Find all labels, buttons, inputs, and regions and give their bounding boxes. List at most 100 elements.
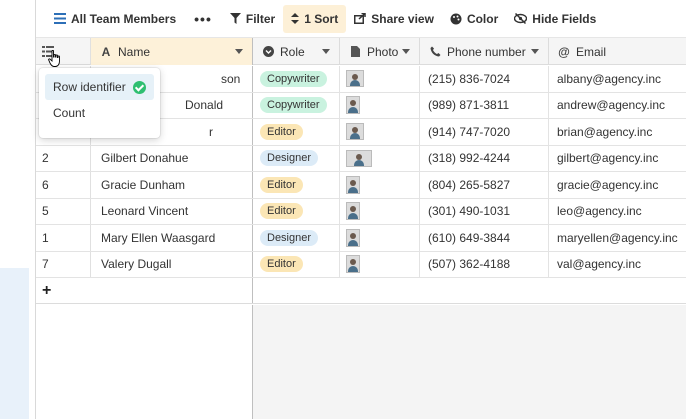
cell-photo[interactable] bbox=[340, 145, 420, 171]
cell-photo[interactable] bbox=[340, 225, 420, 251]
table-row[interactable]: 5 Leonard Vincent Editor (301) 490-1031 leo@… bbox=[36, 198, 686, 225]
cell-role[interactable]: Designer bbox=[253, 145, 340, 171]
cell-name[interactable]: Gracie Dunham bbox=[90, 172, 253, 198]
row-number: 7 bbox=[42, 257, 49, 272]
cell-name[interactable]: Leonard Vincent bbox=[90, 198, 253, 224]
cell-role[interactable]: Editor bbox=[253, 198, 340, 224]
photo-thumbnail[interactable] bbox=[346, 255, 360, 274]
row-identifier-menu: Row identifier Count bbox=[39, 68, 160, 138]
chevron-down-icon[interactable] bbox=[531, 49, 539, 54]
row-number: 6 bbox=[42, 177, 49, 192]
cell-phone[interactable]: (507) 362-4188 bbox=[420, 251, 549, 277]
table-row[interactable]: 1 Mary Ellen Waasgard Designer (610) 649-38… bbox=[36, 225, 686, 252]
table-row[interactable]: 6 Gracie Dunham Editor (804) 265-5827 gracie… bbox=[36, 172, 686, 199]
cell-phone[interactable]: (301) 490-1031 bbox=[420, 198, 549, 224]
cell-email[interactable]: andrew@agency.inc bbox=[549, 93, 686, 119]
phone-icon bbox=[428, 46, 442, 57]
filter-label: Filter bbox=[245, 11, 276, 26]
photo-thumbnail[interactable] bbox=[346, 175, 360, 194]
cell-email[interactable]: leo@agency.inc bbox=[549, 199, 686, 225]
row-number: 1 bbox=[42, 230, 49, 245]
table-row[interactable]: 7 Valery Dugall Editor (507) 362-4188 val@ag… bbox=[36, 251, 686, 278]
color-label: Color bbox=[466, 11, 499, 26]
share-label: Share view bbox=[371, 11, 434, 26]
color-button[interactable]: Color bbox=[442, 5, 506, 33]
photo-thumbnail[interactable] bbox=[346, 228, 360, 247]
role-badge: Editor bbox=[260, 176, 303, 193]
table-row[interactable]: 2 Gilbert Donahue Designer (318) 992-4244 gi… bbox=[36, 145, 686, 172]
cell-name[interactable]: Valery Dugall bbox=[90, 251, 253, 277]
role-badge: Designer bbox=[260, 150, 319, 167]
cell-role[interactable]: Editor bbox=[253, 172, 340, 198]
grid-header: A Name Role Photo Phone number @ Email bbox=[36, 38, 686, 65]
filter-button[interactable]: Filter bbox=[222, 5, 283, 33]
cell-email[interactable]: brian@agency.inc bbox=[549, 119, 686, 145]
view-switcher-button[interactable]: All Team Members bbox=[46, 5, 184, 33]
menu-item-count[interactable]: Count bbox=[45, 100, 154, 126]
hide-fields-button[interactable]: Hide Fields bbox=[506, 5, 604, 33]
row-number-header[interactable] bbox=[36, 38, 90, 65]
column-phone-label: Phone number bbox=[447, 44, 526, 59]
menu-item-label: Count bbox=[53, 106, 86, 120]
cell-role[interactable]: Designer bbox=[253, 225, 340, 251]
chevron-down-icon[interactable] bbox=[235, 49, 243, 54]
cell-email[interactable]: maryellen@agency.inc bbox=[549, 225, 686, 251]
menu-item-row-identifier[interactable]: Row identifier bbox=[45, 74, 154, 100]
photo-thumbnail[interactable] bbox=[346, 70, 364, 88]
share-view-button[interactable]: Share view bbox=[346, 5, 442, 33]
left-gutter bbox=[0, 0, 35, 419]
row-number: 2 bbox=[42, 151, 49, 166]
cell-role[interactable]: Editor bbox=[253, 119, 340, 145]
column-header-photo[interactable]: Photo bbox=[340, 38, 420, 65]
cell-email[interactable]: val@agency.inc bbox=[549, 252, 686, 278]
select-field-icon bbox=[261, 46, 275, 57]
photo-thumbnail[interactable] bbox=[346, 96, 360, 115]
palette-icon bbox=[450, 13, 462, 24]
role-badge: Copywriter bbox=[260, 70, 327, 87]
more-options-button[interactable]: ••• bbox=[184, 5, 222, 33]
cell-name[interactable]: Mary Ellen Waasgard bbox=[90, 225, 253, 251]
column-email-label: Email bbox=[576, 44, 607, 59]
cell-phone[interactable]: (318) 992-4244 bbox=[420, 145, 549, 171]
menu-item-label: Row identifier bbox=[53, 80, 126, 94]
photo-thumbnail[interactable] bbox=[346, 149, 372, 167]
column-header-email[interactable]: @ Email bbox=[549, 38, 686, 65]
check-circle-icon bbox=[133, 80, 146, 94]
view-name: All Team Members bbox=[71, 11, 177, 26]
role-badge: Editor bbox=[260, 123, 303, 140]
sort-button[interactable]: 1 Sort bbox=[283, 4, 347, 33]
cell-role[interactable]: Copywriter bbox=[253, 92, 340, 118]
photo-thumbnail[interactable] bbox=[346, 123, 364, 141]
cell-name[interactable]: Gilbert Donahue bbox=[90, 145, 253, 171]
cell-photo[interactable] bbox=[340, 119, 420, 145]
frozen-column-empty bbox=[36, 305, 253, 419]
row-number: 5 bbox=[42, 204, 49, 219]
cell-photo[interactable] bbox=[340, 198, 420, 224]
cell-email[interactable]: albany@agency.inc bbox=[549, 66, 686, 92]
cell-phone[interactable]: (914) 747-7020 bbox=[420, 119, 549, 145]
cell-photo[interactable] bbox=[340, 172, 420, 198]
attachment-field-icon bbox=[348, 46, 362, 57]
add-row-button[interactable]: + bbox=[36, 278, 253, 303]
cell-photo[interactable] bbox=[340, 66, 420, 92]
column-header-phone[interactable]: Phone number bbox=[420, 38, 549, 65]
photo-thumbnail[interactable] bbox=[346, 202, 360, 221]
column-photo-label: Photo bbox=[367, 44, 399, 59]
column-role-label: Role bbox=[280, 44, 305, 59]
cell-phone[interactable]: (804) 265-5827 bbox=[420, 172, 549, 198]
cell-phone[interactable]: (215) 836-7024 bbox=[420, 66, 549, 92]
chevron-down-icon[interactable] bbox=[322, 49, 330, 54]
cell-photo[interactable] bbox=[340, 92, 420, 118]
cell-email[interactable]: gracie@agency.inc bbox=[549, 172, 686, 198]
column-header-name[interactable]: A Name bbox=[90, 38, 253, 65]
cell-email[interactable]: gilbert@agency.inc bbox=[549, 146, 686, 172]
cell-role[interactable]: Copywriter bbox=[253, 66, 340, 92]
role-badge: Copywriter bbox=[260, 97, 327, 114]
at-sign-icon: @ bbox=[558, 44, 570, 59]
cell-phone[interactable]: (989) 871-3811 bbox=[420, 92, 549, 118]
cell-photo[interactable] bbox=[340, 251, 420, 277]
cell-role[interactable]: Editor bbox=[253, 251, 340, 277]
column-header-role[interactable]: Role bbox=[253, 38, 340, 65]
chevron-down-icon[interactable] bbox=[402, 49, 410, 54]
cell-phone[interactable]: (610) 649-3844 bbox=[420, 225, 549, 251]
